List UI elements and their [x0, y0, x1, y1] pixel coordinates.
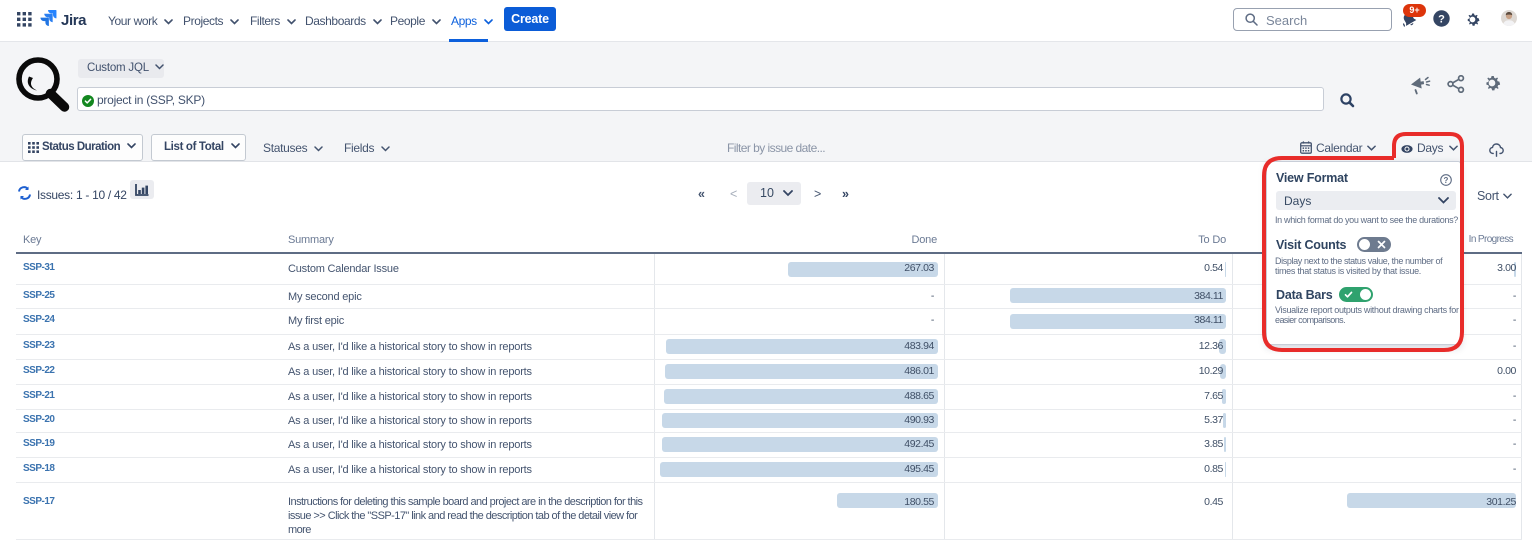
svg-text:?: ? — [1438, 14, 1445, 26]
